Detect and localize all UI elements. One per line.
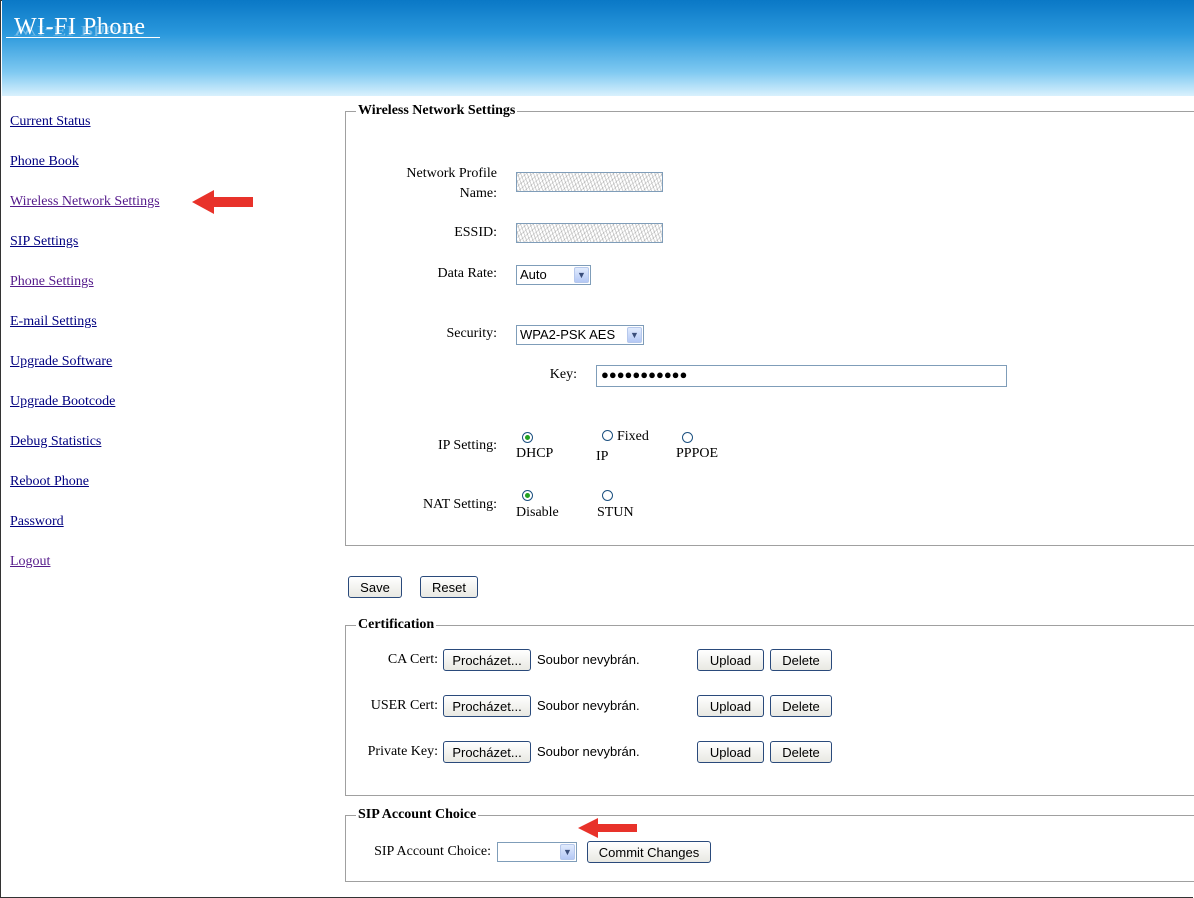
ip-pppoe-radio[interactable] (682, 432, 693, 443)
private-key-delete-button[interactable]: Delete (770, 741, 832, 763)
certification-legend: Certification (358, 617, 435, 632)
nat-disable-radio[interactable] (522, 490, 533, 501)
nat-stun-radio[interactable] (602, 490, 613, 501)
nat-stun-label: STUN (597, 505, 634, 520)
profile-name-label-line2: Name: (459, 186, 497, 201)
private-key-filename: Soubor nevybrán. (537, 744, 640, 759)
title-reflection: WI-FI Phone (14, 22, 140, 38)
header-banner: WI-FI Phone WI-FI Phone (2, 0, 1194, 96)
profile-name-input[interactable] (516, 172, 663, 192)
nav-phone-book[interactable]: Phone Book (10, 154, 79, 170)
red-arrow-icon (578, 818, 637, 838)
nat-setting-label: NAT Setting: (422, 497, 497, 512)
sip-account-label: SIP Account Choice: (374, 844, 491, 859)
data-rate-value: Auto (520, 267, 547, 282)
user-cert-delete-button[interactable]: Delete (770, 695, 832, 717)
commit-changes-button[interactable]: Commit Changes (587, 841, 711, 863)
profile-name-label: Network Profile Name: (380, 164, 497, 204)
nav-upgrade-software[interactable]: Upgrade Software (10, 354, 112, 370)
ca-cert-label: CA Cert: (387, 652, 438, 667)
data-rate-label: Data Rate: (437, 266, 497, 281)
wireless-legend: Wireless Network Settings (358, 103, 516, 118)
nav-logout[interactable]: Logout (10, 554, 50, 570)
security-select[interactable]: WPA2-PSK AES ▼ (516, 325, 644, 345)
key-label: Key: (549, 367, 577, 382)
save-button[interactable]: Save (348, 576, 402, 598)
user-cert-filename: Soubor nevybrán. (537, 698, 640, 713)
nav-debug-statistics[interactable]: Debug Statistics (10, 434, 101, 450)
sip-account-legend: SIP Account Choice (358, 807, 477, 822)
user-cert-upload-button[interactable]: Upload (697, 695, 764, 717)
ca-cert-upload-button[interactable]: Upload (697, 649, 764, 671)
reset-button[interactable]: Reset (420, 576, 478, 598)
private-key-browse-button[interactable]: Procházet... (443, 741, 531, 763)
nav-upgrade-bootcode[interactable]: Upgrade Bootcode (10, 394, 115, 410)
key-password-input[interactable]: ●●●●●●●●●●● (596, 365, 1007, 387)
ca-cert-browse-button[interactable]: Procházet... (443, 649, 531, 671)
security-value: WPA2-PSK AES (520, 327, 616, 342)
data-rate-select[interactable]: Auto ▼ (516, 265, 591, 285)
chevron-down-icon: ▼ (560, 844, 575, 860)
ip-dhcp-radio[interactable] (522, 432, 533, 443)
nav-reboot-phone[interactable]: Reboot Phone (10, 474, 89, 490)
ip-fixed-label: Fixed (617, 429, 649, 444)
user-cert-label: USER Cert: (370, 698, 438, 713)
nav-password[interactable]: Password (10, 514, 64, 530)
nav-email-settings[interactable]: E-mail Settings (10, 314, 97, 330)
nav-current-status[interactable]: Current Status (10, 114, 91, 130)
ip-pppoe-label: PPPOE (676, 446, 719, 461)
essid-label: ESSID: (454, 225, 497, 240)
user-cert-browse-button[interactable]: Procházet... (443, 695, 531, 717)
nav-phone-settings[interactable]: Phone Settings (10, 274, 94, 290)
chevron-down-icon: ▼ (627, 327, 642, 343)
security-label: Security: (446, 326, 497, 341)
nat-disable-label: Disable (516, 505, 559, 520)
profile-name-label-line1: Network Profile (406, 166, 497, 181)
ca-cert-delete-button[interactable]: Delete (770, 649, 832, 671)
ip-dhcp-label: DHCP (516, 446, 554, 461)
ca-cert-filename: Soubor nevybrán. (537, 652, 640, 667)
sip-account-select[interactable]: ▼ (497, 842, 577, 862)
ip-fixed-radio[interactable] (602, 430, 613, 441)
private-key-upload-button[interactable]: Upload (697, 741, 764, 763)
essid-input[interactable] (516, 223, 663, 243)
red-arrow-icon (192, 190, 253, 214)
ip-setting-label: IP Setting: (438, 438, 497, 453)
nav-wireless-network-settings[interactable]: Wireless Network Settings (10, 194, 160, 210)
private-key-label: Private Key: (367, 744, 438, 759)
chevron-down-icon: ▼ (574, 267, 589, 283)
nav-sip-settings[interactable]: SIP Settings (10, 234, 78, 250)
ip-fixed-label-line2: IP (596, 449, 609, 464)
